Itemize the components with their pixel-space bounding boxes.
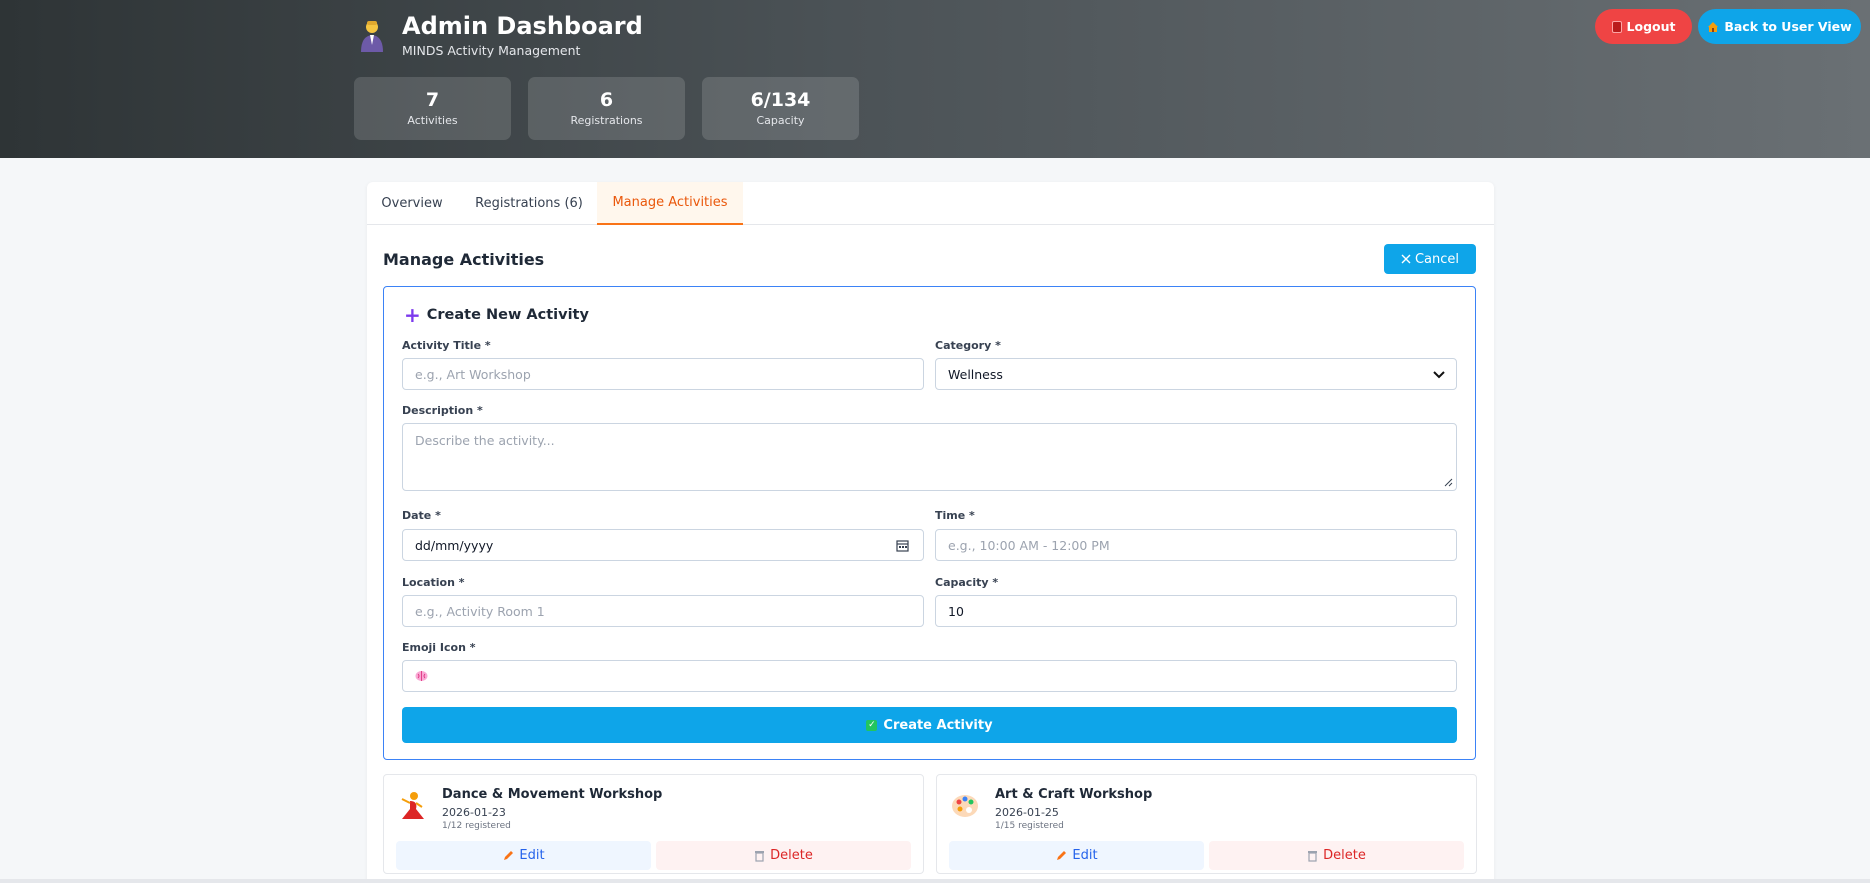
dancer-icon xyxy=(401,792,424,819)
horizontal-scrollbar[interactable] xyxy=(0,879,1870,883)
logout-label: Logout xyxy=(1626,19,1676,34)
pencil-icon xyxy=(504,850,514,860)
stat-value: 6 xyxy=(599,89,614,111)
time-input[interactable]: e.g., 10:00 AM - 12:00 PM xyxy=(935,529,1457,561)
tab-registrations[interactable]: Registrations (6) xyxy=(459,182,599,225)
tab-label: Manage Activities xyxy=(612,195,728,210)
section-title: Manage Activities xyxy=(383,250,545,269)
back-to-user-view-button[interactable]: Back to User View xyxy=(1698,9,1861,44)
edit-button[interactable]: Edit xyxy=(949,841,1204,870)
form-heading: + Create New Activity xyxy=(404,303,589,327)
tab-bar: Overview Registrations (6) Manage Activi… xyxy=(367,182,1494,225)
tab-label: Overview xyxy=(381,196,443,211)
activity-card: Dance & Movement Workshop 2026-01-23 1/1… xyxy=(383,774,924,874)
activity-title-input[interactable]: e.g., Art Workshop xyxy=(402,358,924,390)
activity-date: 2026-01-25 xyxy=(995,806,1059,819)
location-placeholder: e.g., Activity Room 1 xyxy=(415,603,545,619)
date-label: Date * xyxy=(402,509,441,522)
date-input[interactable]: dd/mm/yyyy xyxy=(402,529,924,561)
capacity-input[interactable]: 10 xyxy=(935,595,1457,627)
stat-capacity: 6/134 Capacity xyxy=(702,77,859,140)
page-subtitle: MINDS Activity Management xyxy=(402,43,581,58)
time-label: Time * xyxy=(935,509,975,522)
activity-title: Dance & Movement Workshop xyxy=(442,787,663,802)
location-input[interactable]: e.g., Activity Room 1 xyxy=(402,595,924,627)
description-placeholder: Describe the activity... xyxy=(415,433,555,448)
trash-icon xyxy=(1308,850,1318,862)
brain-icon xyxy=(415,671,428,681)
stat-label: Activities xyxy=(407,114,458,127)
tab-overview[interactable]: Overview xyxy=(367,182,457,225)
cancel-button[interactable]: Cancel xyxy=(1384,244,1476,274)
pencil-icon xyxy=(1057,850,1067,860)
category-select[interactable]: Wellness xyxy=(935,358,1457,390)
delete-button[interactable]: Delete xyxy=(656,841,911,870)
delete-label: Delete xyxy=(1323,848,1366,863)
back-label: Back to User View xyxy=(1724,19,1852,34)
activity-title: Art & Craft Workshop xyxy=(995,787,1153,802)
admin-person-icon xyxy=(361,21,383,52)
activity-date: 2026-01-23 xyxy=(442,806,506,819)
palette-icon xyxy=(952,795,978,817)
delete-label: Delete xyxy=(770,848,813,863)
main-card: Overview Registrations (6) Manage Activi… xyxy=(367,182,1494,883)
stat-registrations: 6 Registrations xyxy=(528,77,685,140)
resize-handle-icon[interactable] xyxy=(1444,478,1453,487)
page-title: Admin Dashboard xyxy=(402,12,643,40)
create-activity-label: Create Activity xyxy=(883,717,993,733)
emoji-icon-label: Emoji Icon * xyxy=(402,641,476,654)
activity-title-label: Activity Title * xyxy=(402,339,491,352)
category-label: Category * xyxy=(935,339,1001,352)
tab-label: Registrations (6) xyxy=(475,196,583,211)
activity-registered: 1/15 registered xyxy=(995,821,1064,831)
stat-label: Capacity xyxy=(756,114,805,127)
description-textarea[interactable]: Describe the activity... xyxy=(402,423,1457,491)
activity-registered: 1/12 registered xyxy=(442,821,511,831)
house-icon xyxy=(1708,21,1719,32)
form-heading-text: Create New Activity xyxy=(426,307,589,323)
plus-icon: + xyxy=(404,303,421,327)
edit-label: Edit xyxy=(519,848,545,863)
create-activity-form: + Create New Activity Activity Title * e… xyxy=(383,286,1476,760)
activity-title-placeholder: e.g., Art Workshop xyxy=(415,366,531,382)
emoji-icon-input[interactable] xyxy=(402,660,1457,692)
chevron-down-icon xyxy=(1433,371,1445,379)
create-activity-button[interactable]: ✓ Create Activity xyxy=(402,707,1457,743)
calendar-icon[interactable] xyxy=(896,539,909,552)
stat-activities: 7 Activities xyxy=(354,77,511,140)
location-label: Location * xyxy=(402,576,465,589)
category-value: Wellness xyxy=(948,366,1003,382)
time-placeholder: e.g., 10:00 AM - 12:00 PM xyxy=(948,537,1110,553)
stat-label: Registrations xyxy=(570,114,643,127)
date-value: dd/mm/yyyy xyxy=(415,537,494,553)
dashboard-header: Admin Dashboard MINDS Activity Managemen… xyxy=(0,0,1870,158)
edit-label: Edit xyxy=(1072,848,1098,863)
capacity-value: 10 xyxy=(948,603,964,619)
capacity-label: Capacity * xyxy=(935,576,999,589)
tab-manage-activities[interactable]: Manage Activities xyxy=(597,182,743,225)
close-icon xyxy=(1401,254,1411,264)
activity-card: Art & Craft Workshop 2026-01-25 1/15 reg… xyxy=(936,774,1477,874)
description-label: Description * xyxy=(402,404,483,417)
edit-button[interactable]: Edit xyxy=(396,841,651,870)
stat-value: 7 xyxy=(425,89,440,111)
trash-icon xyxy=(755,850,765,862)
logout-button[interactable]: Logout xyxy=(1595,9,1692,44)
stat-value: 6/134 xyxy=(750,89,811,111)
cancel-label: Cancel xyxy=(1414,251,1460,267)
door-icon xyxy=(1611,20,1622,33)
delete-button[interactable]: Delete xyxy=(1209,841,1464,870)
check-icon: ✓ xyxy=(866,719,878,731)
